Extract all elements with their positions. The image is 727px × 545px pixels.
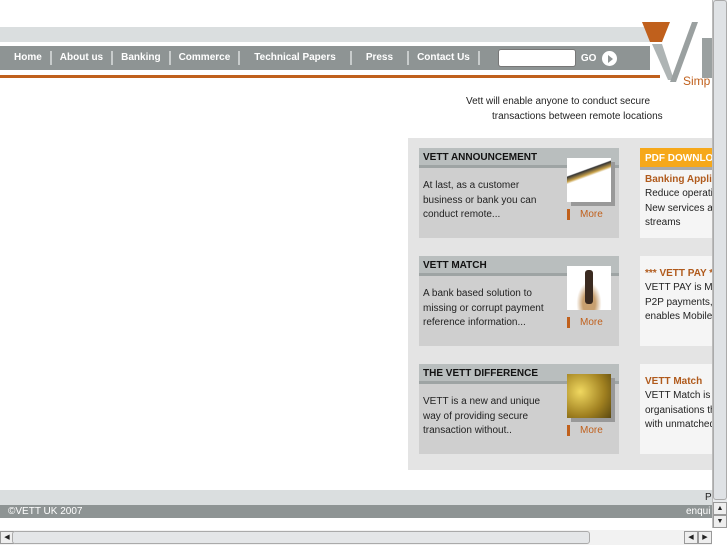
desc-line: Reduce operati	[645, 188, 712, 199]
horizontal-scroll-thumb[interactable]	[12, 531, 590, 544]
coins-image	[567, 374, 611, 418]
scroll-down-icon[interactable]: ▼	[713, 515, 727, 528]
desc-line: P2P payments,	[645, 296, 712, 308]
news-link[interactable]: *** VETT PAY *	[640, 264, 712, 281]
desc-line: VETT Match is	[645, 390, 711, 401]
difference-box: THE VETT DIFFERENCE VETT is a new and un…	[419, 364, 619, 454]
scroll-left-icon[interactable]: ◀	[684, 531, 698, 544]
nav-banking[interactable]: Banking	[113, 51, 171, 65]
tagline-line2: transactions between remote locations	[492, 111, 663, 122]
logo-slogan: Simp	[683, 74, 711, 88]
desc-line: enables Mobile	[645, 311, 712, 322]
desc-line: streams	[645, 217, 681, 228]
main-nav: Home About us Banking Commerce Technical…	[0, 46, 650, 70]
footer-text: P	[705, 492, 712, 503]
footer-bar: ©VETT UK 2007	[0, 505, 712, 518]
vett-pay-box: *** VETT PAY * VETT PAY is M P2P payment…	[640, 256, 712, 346]
more-link[interactable]: More	[567, 317, 603, 328]
more-link[interactable]: More	[567, 425, 603, 436]
chess-image	[567, 266, 611, 310]
nav-technical-papers[interactable]: Technical Papers	[240, 51, 352, 65]
search-input[interactable]	[497, 49, 576, 67]
vett-match-news-box: VETT Match VETT Match is organisations t…	[640, 364, 712, 454]
announcement-box: VETT ANNOUNCEMENT At last, as a customer…	[419, 148, 619, 238]
box-text: A bank based solution to missing or corr…	[423, 288, 544, 328]
copyright: ©VETT UK 2007	[8, 506, 83, 517]
box-text: VETT is a new and unique way of providin…	[423, 396, 541, 436]
news-link[interactable]: VETT Match	[640, 372, 712, 389]
pdf-downloads-box: PDF DOWNLO Banking Appli Reduce operati …	[640, 148, 712, 238]
match-box: VETT MATCH A bank based solution to miss…	[419, 256, 619, 346]
tagline-line1: Vett will enable anyone to conduct secur…	[466, 96, 651, 107]
nav-about-us[interactable]: About us	[52, 51, 114, 65]
box-text: At last, as a customer business or bank …	[423, 180, 537, 220]
footer-band	[0, 490, 712, 505]
nav-contact-us[interactable]: Contact Us	[409, 51, 480, 65]
go-label[interactable]: GO	[581, 53, 597, 64]
desc-line: New services a	[645, 202, 712, 214]
pen-image	[567, 158, 611, 202]
pdf-downloads-header: PDF DOWNLO	[640, 148, 712, 170]
nav-press[interactable]: Press	[352, 51, 410, 65]
vertical-scroll-thumb[interactable]	[713, 0, 727, 500]
go-arrow-icon[interactable]	[602, 50, 618, 66]
top-band	[0, 27, 650, 42]
desc-line: organisations th	[645, 404, 712, 416]
desc-line: VETT PAY is M	[645, 282, 712, 293]
orange-divider	[0, 75, 660, 78]
footer-email-link[interactable]: enqui	[686, 505, 710, 518]
desc-line: with unmatched	[645, 419, 712, 430]
scroll-right-icon[interactable]: ▶	[698, 531, 712, 544]
nav-home[interactable]: Home	[6, 51, 52, 65]
more-link[interactable]: More	[567, 209, 603, 220]
scroll-up-icon[interactable]: ▲	[713, 502, 727, 515]
download-link[interactable]: Banking Appli	[640, 170, 712, 187]
nav-commerce[interactable]: Commerce	[171, 51, 241, 65]
